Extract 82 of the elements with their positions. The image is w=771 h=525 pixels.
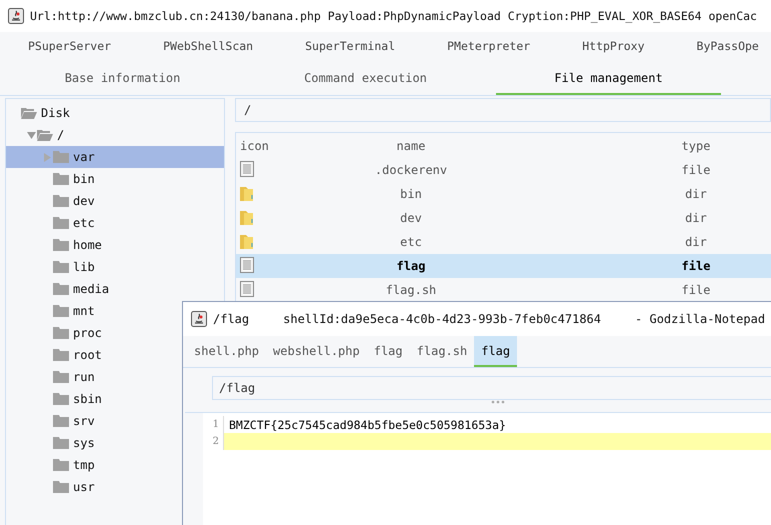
file-type: file <box>680 163 712 177</box>
tree-item[interactable]: bin <box>6 168 224 190</box>
file-type: file <box>680 259 712 273</box>
folder-icon <box>53 151 69 163</box>
path-field[interactable]: / <box>235 98 771 122</box>
caret-right-icon[interactable] <box>42 152 52 162</box>
file-type: dir <box>684 235 708 249</box>
folder-icon <box>53 371 69 383</box>
file-type: file <box>680 283 712 297</box>
tab[interactable]: Base information <box>10 62 235 95</box>
app-icon <box>8 8 24 24</box>
tree-item[interactable]: lib <box>6 256 224 278</box>
editor-tab[interactable]: webshell.php <box>266 336 367 367</box>
folder-icon <box>53 459 69 471</box>
more-icon[interactable] <box>491 400 505 404</box>
file-name: etc <box>399 235 423 249</box>
tree-item[interactable]: home <box>6 234 224 256</box>
shell-id: shellId:da9e5eca-4c0b-4d23-993b-7feb0c471864 <box>283 312 602 326</box>
folder-icon <box>53 239 69 251</box>
folder-icon <box>53 173 69 185</box>
folder-icon <box>240 184 254 200</box>
editor-tab[interactable]: flag.sh <box>410 336 474 367</box>
folder-icon <box>240 232 254 248</box>
file-name: bin <box>399 187 423 201</box>
tree-item[interactable]: etc <box>6 212 224 234</box>
document-icon <box>240 160 254 176</box>
app-icon <box>191 311 207 327</box>
folder-icon <box>53 327 69 339</box>
plugin-tab[interactable]: HttpProxy <box>556 33 671 61</box>
file-row[interactable]: bin dir <box>236 182 771 206</box>
notepad-title: /flag <box>213 312 250 326</box>
file-type: dir <box>684 211 708 225</box>
folder-icon <box>53 415 69 427</box>
file-name: dev <box>399 211 423 225</box>
app-name: - Godzilla-Notepad <box>635 312 766 326</box>
code-line: BMZCTF{25c7545cad984b5fbe5e0c505981653a} <box>228 418 506 432</box>
folder-icon <box>53 305 69 317</box>
column-header: type <box>680 139 712 153</box>
folder-icon <box>53 437 69 449</box>
tree-item[interactable]: media <box>6 278 224 300</box>
folder-icon <box>53 393 69 405</box>
folder-icon <box>53 481 69 493</box>
document-icon <box>240 280 254 296</box>
tab[interactable]: Command execution <box>253 62 478 95</box>
editor-tab[interactable]: shell.php <box>187 336 266 367</box>
line-number: 2 <box>203 433 224 450</box>
tab[interactable]: File management <box>496 62 721 95</box>
caret-down-icon[interactable] <box>26 130 36 140</box>
folder-icon <box>53 195 69 207</box>
column-header: name <box>396 139 426 153</box>
plugin-tab[interactable]: PWebShellScan <box>137 33 280 61</box>
folder-icon <box>53 261 69 273</box>
file-row[interactable]: etc dir <box>236 230 771 254</box>
editor-tab[interactable]: flag <box>474 336 518 367</box>
file-name: .dockerenv <box>374 163 448 177</box>
column-header: icon <box>239 139 270 153</box>
plugin-tab[interactable]: SuperTerminal <box>279 33 422 61</box>
plugin-tab[interactable]: PSuperServer <box>2 33 138 61</box>
plugin-tab[interactable]: ByPassOpe <box>670 33 771 61</box>
file-row[interactable]: .dockerenv file <box>236 158 771 182</box>
code-editor[interactable]: 1 BMZCTF{25c7545cad984b5fbe5e0c505981653a} 2 <box>185 412 771 525</box>
tree-item[interactable]: / <box>6 124 224 146</box>
file-row[interactable]: flag file <box>236 254 771 278</box>
tree-item[interactable]: Disk <box>6 102 224 124</box>
file-type: dir <box>684 187 708 201</box>
window-title: Url:http://www.bmzclub.cn:24130/banana.php Payload:PhpDynamicPayload Cryption:PHP_EVAL_XOR_BASE64 openCac <box>30 9 757 23</box>
folder-icon <box>53 283 69 295</box>
folder-icon <box>53 349 69 361</box>
file-name: flag <box>396 259 426 273</box>
open-folder-icon <box>21 107 37 119</box>
file-row[interactable]: dev dir <box>236 206 771 230</box>
tree-item[interactable]: dev <box>6 190 224 212</box>
open-folder-icon <box>37 129 53 141</box>
folder-icon <box>240 208 254 224</box>
file-row[interactable]: flag.sh file <box>236 278 771 302</box>
editor-tab[interactable]: flag <box>366 336 410 367</box>
document-icon <box>240 256 254 272</box>
folder-icon <box>53 217 69 229</box>
tree-item[interactable]: var <box>6 146 224 168</box>
plugin-tab[interactable]: PMeterpreter <box>421 33 556 61</box>
file-name: flag.sh <box>384 283 438 297</box>
file-path-field[interactable]: /flag <box>212 376 771 400</box>
